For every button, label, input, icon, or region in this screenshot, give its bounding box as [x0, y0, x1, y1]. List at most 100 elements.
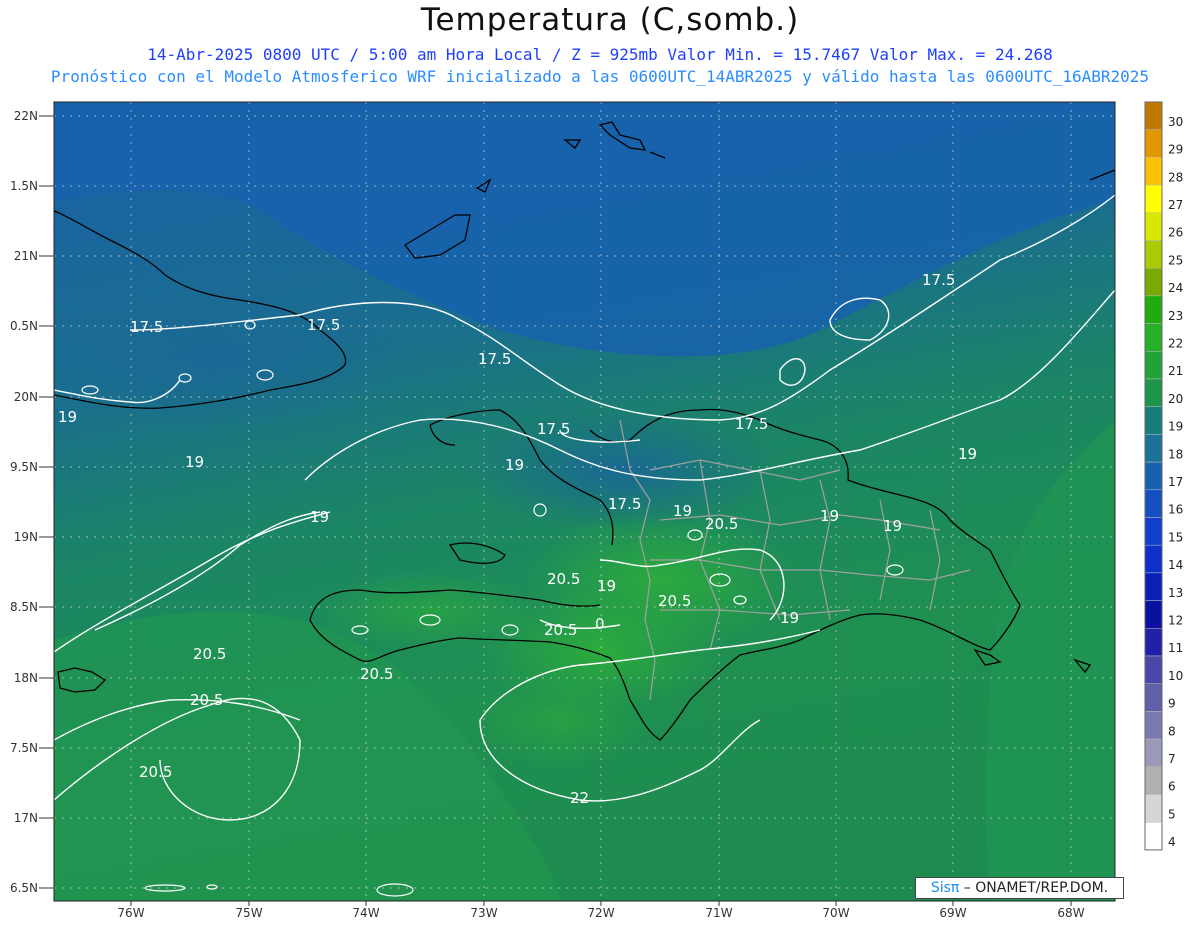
- contour-label: 17.5: [307, 316, 340, 334]
- colorbar-label: 30: [1168, 115, 1183, 129]
- colorbar-label: 28: [1168, 170, 1183, 184]
- lat-label: 17N: [14, 811, 38, 825]
- contour-label: 20.5: [190, 691, 223, 709]
- colorbar-swatch: [1144, 738, 1163, 768]
- colorbar-label: 17: [1168, 475, 1183, 489]
- contour-label: 17.5: [478, 350, 511, 368]
- contour-label: 22: [570, 789, 589, 807]
- lon-label: 76W: [117, 906, 144, 920]
- colorbar-label: 23: [1168, 309, 1183, 323]
- temperature-field: 17.5 17.5 17.5 17.5 17.5 17.5 17.5 19 19…: [54, 102, 1115, 901]
- colorbar-label: 29: [1168, 143, 1183, 157]
- colorbar-label: 5: [1168, 807, 1176, 821]
- lat-label: 20N: [14, 390, 38, 404]
- colorbar-swatch: [1144, 794, 1163, 823]
- contour-label: 19: [820, 507, 839, 525]
- lon-label: 72W: [587, 906, 614, 920]
- contour-label: 20.5: [705, 515, 738, 533]
- contour-label: 19: [505, 456, 524, 474]
- colorbar-label: 24: [1168, 281, 1183, 295]
- contour-label: 17.5: [130, 318, 163, 336]
- contour-label: 20.5: [193, 645, 226, 663]
- contour-label: 20.5: [360, 665, 393, 683]
- colorbar-swatch: [1144, 572, 1163, 601]
- colorbar-label: 8: [1168, 724, 1176, 738]
- contour-label: 19: [958, 445, 977, 463]
- colorbar-label: 6: [1168, 780, 1176, 794]
- colorbar-swatch: [1144, 489, 1163, 518]
- lon-label: 75W: [235, 906, 262, 920]
- colorbar-label: 21: [1168, 364, 1183, 378]
- lon-label: 71W: [705, 906, 732, 920]
- credit-box: Sisπ – ONAMET/REP.DOM.: [915, 877, 1124, 899]
- lon-label: 73W: [470, 906, 497, 920]
- contour-label: 19: [310, 508, 329, 526]
- colorbar-label: 20: [1168, 392, 1183, 406]
- colorbar-swatch: [1144, 544, 1163, 574]
- colorbar: 30 29 28 27 26 25 24 23 22 21 20 19 18 17 16 15 14 13 12 11…: [1144, 101, 1183, 851]
- colorbar-swatch: [1144, 821, 1163, 851]
- colorbar-swatch: [1144, 267, 1163, 297]
- lat-label: 6.5N: [10, 881, 38, 895]
- contour-label: 19: [597, 577, 616, 595]
- colorbar-swatch: [1144, 351, 1163, 380]
- colorbar-label: 4: [1168, 835, 1176, 849]
- colorbar-swatch: [1144, 461, 1163, 491]
- lat-label: 18N: [14, 671, 38, 685]
- lon-label: 70W: [822, 906, 849, 920]
- colorbar-label: 26: [1168, 226, 1183, 240]
- colorbar-swatch: [1144, 517, 1163, 546]
- lat-label: 1.5N: [10, 179, 38, 193]
- colorbar-label: 10: [1168, 669, 1183, 683]
- colorbar-swatch: [1144, 683, 1163, 712]
- contour-label: 0: [595, 615, 605, 633]
- lat-label: 8.5N: [10, 600, 38, 614]
- lat-label: 19N: [14, 530, 38, 544]
- colorbar-swatch: [1144, 101, 1163, 130]
- colorbar-label: 16: [1168, 503, 1183, 517]
- colorbar-swatch: [1144, 129, 1163, 158]
- colorbar-swatch: [1144, 766, 1163, 795]
- contour-label: 17.5: [922, 271, 955, 289]
- contour-label: 17.5: [537, 420, 570, 438]
- colorbar-swatch: [1144, 600, 1163, 629]
- lat-label: 9.5N: [10, 460, 38, 474]
- contour-label: 20.5: [139, 763, 172, 781]
- colorbar-label: 11: [1168, 641, 1183, 655]
- colorbar-swatch: [1144, 711, 1163, 740]
- contour-label: 19: [883, 517, 902, 535]
- map-title: Temperatura (C,somb.): [420, 2, 800, 38]
- colorbar-swatch: [1144, 628, 1163, 657]
- colorbar-label: 22: [1168, 336, 1183, 350]
- colorbar-swatch: [1144, 240, 1163, 269]
- colorbar-swatch: [1144, 295, 1163, 324]
- colorbar-label: 9: [1168, 697, 1176, 711]
- colorbar-label: 13: [1168, 586, 1183, 600]
- model-info-line: Pronóstico con el Modelo Atmosferico WRF…: [50, 67, 1150, 86]
- contour-label: 20.5: [544, 621, 577, 639]
- colorbar-swatch: [1144, 406, 1163, 435]
- colorbar-swatch: [1144, 157, 1163, 186]
- colorbar-label: 7: [1168, 752, 1176, 766]
- lat-label: 21N: [14, 249, 38, 263]
- colorbar-swatch: [1144, 434, 1163, 463]
- colorbar-swatch: [1144, 212, 1163, 241]
- contour-label: 19: [58, 408, 77, 426]
- contour-label: 17.5: [735, 415, 768, 433]
- colorbar-label: 12: [1168, 613, 1183, 627]
- colorbar-label: 18: [1168, 447, 1183, 461]
- contour-label: 20.5: [658, 592, 691, 610]
- lat-label: 22N: [14, 109, 38, 123]
- contour-label: 19: [185, 453, 204, 471]
- temperature-map: 17.5 17.5 17.5 17.5 17.5 17.5 17.5 19 19…: [10, 101, 1183, 920]
- colorbar-swatch: [1144, 184, 1163, 214]
- contour-label: 17.5: [608, 495, 641, 513]
- lat-label: 0.5N: [10, 319, 38, 333]
- contour-label: 19: [780, 609, 799, 627]
- lat-label: 7.5N: [10, 741, 38, 755]
- lon-label: 69W: [939, 906, 966, 920]
- lon-label: 74W: [352, 906, 379, 920]
- colorbar-label: 27: [1168, 198, 1183, 212]
- contour-label: 19: [673, 502, 692, 520]
- lon-label: 68W: [1057, 906, 1084, 920]
